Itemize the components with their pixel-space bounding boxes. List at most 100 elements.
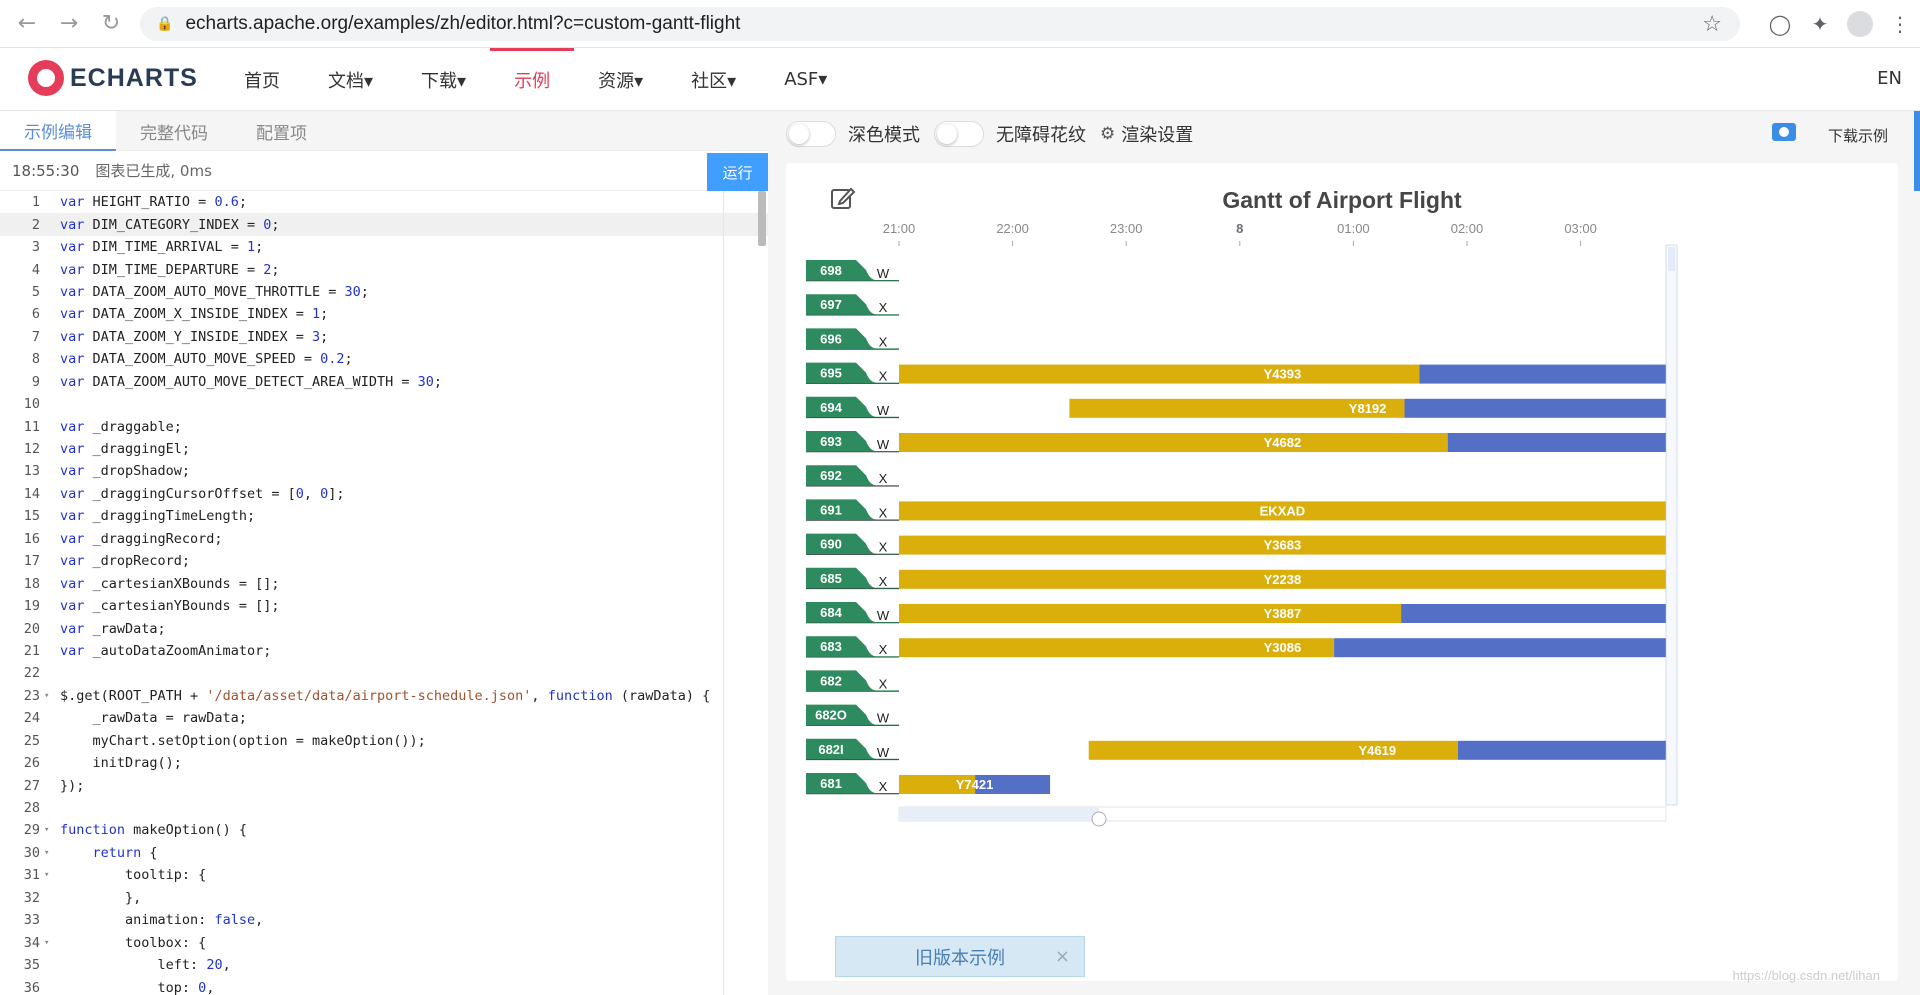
status-time: 18:55:30 [12,161,80,180]
aria-toggle[interactable] [934,120,984,147]
status-row: 18:55:30 图表已生成, 0ms 运行 [0,151,768,191]
code-line[interactable]: 24 _rawData = rawData; [0,707,768,729]
nav-community[interactable]: 社区▾ [667,48,760,111]
fold-arrow-icon[interactable]: ▾ [44,870,60,880]
render-settings[interactable]: 渲染设置 [1121,121,1193,147]
echarts-logo[interactable]: ECHARTS [28,60,198,96]
code-line[interactable]: 27}); [0,774,768,796]
code-line[interactable]: 26 initDrag(); [0,752,768,774]
code-line[interactable]: 6 var DATA_ZOOM_X_INSIDE_INDEX = 1; [0,303,768,325]
code-line[interactable]: 8 var DATA_ZOOM_AUTO_MOVE_SPEED = 0.2; [0,348,768,370]
code-text: var _draggingRecord; [60,530,223,547]
code-line[interactable]: 1 var HEIGHT_RATIO = 0.6; [0,191,768,213]
download-example[interactable]: 下载示例 [1828,125,1888,146]
puzzle-icon[interactable]: ✦ [1800,12,1840,36]
code-line[interactable]: 4 var DIM_TIME_DEPARTURE = 2; [0,258,768,280]
nav-home[interactable]: 首页 [220,48,304,111]
old-version-label[interactable]: 旧版本示例 [915,944,1005,970]
gear-icon[interactable]: ⚙ [1100,124,1115,144]
fold-arrow-icon[interactable]: ▾ [44,825,60,835]
row-type-label: X [879,574,888,589]
extension-circle-icon[interactable]: ◯ [1760,12,1800,36]
code-line[interactable]: 11 var _draggable; [0,415,768,437]
code-line[interactable]: 22 [0,662,768,684]
row-id-label: 684 [820,605,842,620]
code-line[interactable]: 36 top: 0, [0,976,768,995]
code-text: top: 0, [60,979,215,995]
arrival-bar [899,364,1420,384]
nav-download[interactable]: 下载▾ [397,48,490,111]
reload-icon[interactable]: ↻ [96,9,126,39]
profile-avatar[interactable] [1847,11,1873,37]
code-line[interactable]: 15 var _draggingTimeLength; [0,505,768,527]
bookmark-star-icon[interactable]: ☆ [1702,12,1722,37]
code-line[interactable]: 14 var _draggingCursorOffset = [0, 0]; [0,483,768,505]
code-line[interactable]: 16 var _draggingRecord; [0,528,768,550]
old-version-banner[interactable]: 旧版本示例 × [835,936,1085,977]
editor-scrollbar[interactable] [758,191,766,246]
fold-arrow-icon[interactable]: ▾ [44,691,60,701]
code-line[interactable]: 30 ▾ return { [0,842,768,864]
page-scrollbar[interactable] [1914,111,1920,191]
line-number: 18 [23,575,40,592]
fold-arrow-icon[interactable]: ▾ [44,848,60,858]
code-line[interactable]: 18 var _cartesianXBounds = []; [0,572,768,594]
bar-label: Y7421 [956,777,994,792]
code-line[interactable]: 29 ▾ function makeOption() { [0,819,768,841]
url-text[interactable]: echarts.apache.org/examples/zh/editor.ht… [185,13,740,35]
nav-examples[interactable]: 示例 [490,48,575,111]
code-line[interactable]: 9 var DATA_ZOOM_AUTO_MOVE_DETECT_AREA_WID… [0,371,768,393]
code-line[interactable]: 12 var _draggingEl; [0,438,768,460]
row-type-label: X [879,300,888,315]
code-editor[interactable]: 1 var HEIGHT_RATIO = 0.6; 2 var DIM_CATEGOR… [0,191,768,995]
nav-asf[interactable]: ASF▾ [760,48,851,111]
row-id-label: 682 [820,673,842,688]
code-line[interactable]: 7 var DATA_ZOOM_Y_INSIDE_INDEX = 3; [0,326,768,348]
code-line[interactable]: 33 animation: false, [0,909,768,931]
gantt-chart[interactable]: 21:00 22:00 23:00 8 01:00 02:00 03:00 698 W 697 X 6… [786,163,1898,981]
code-text: var _cartesianYBounds = []; [60,598,280,615]
language-switch[interactable]: EN [1877,68,1902,89]
code-line[interactable]: 21 var _autoDataZoomAnimator; [0,640,768,662]
nav-resources[interactable]: 资源▾ [574,48,667,111]
code-line[interactable]: 10 [0,393,768,415]
code-line[interactable]: 31 ▾ tooltip: { [0,864,768,886]
code-line[interactable]: 34 ▾ toolbox: { [0,931,768,953]
tab-options[interactable]: 配置项 [232,111,331,151]
bar-label: Y4682 [1264,435,1302,450]
row-id-label: 693 [820,434,842,449]
tab-example-edit[interactable]: 示例编辑 [0,111,116,151]
code-text: var HEIGHT_RATIO = 0.6; [60,194,247,211]
code-line[interactable]: 5 var DATA_ZOOM_AUTO_MOVE_THROTTLE = 30; [0,281,768,303]
code-line[interactable]: 17 var _dropRecord; [0,550,768,572]
code-line[interactable]: 28 [0,797,768,819]
address-bar[interactable]: 🔒 echarts.apache.org/examples/zh/editor.… [140,7,1740,41]
code-line[interactable]: 23 ▾ $.get(ROOT_PATH + '/data/asset/data/a… [0,685,768,707]
menu-dots-icon[interactable]: ⋮ [1880,12,1920,36]
code-text: }); [60,777,85,794]
run-button[interactable]: 运行 [707,153,768,191]
fold-arrow-icon[interactable]: ▾ [44,938,60,948]
chart-container[interactable]: Gantt of Airport Flight 21:00 22:00 23:00 8… [786,163,1898,981]
dark-mode-toggle[interactable] [786,120,836,147]
code-line[interactable]: 19 var _cartesianYBounds = []; [0,595,768,617]
logo-text: ECHARTS [70,63,198,92]
code-text: var _draggable; [60,418,182,435]
code-line[interactable]: 20 var _rawData; [0,617,768,639]
line-number: 31 [23,867,40,884]
code-line[interactable]: 25 myChart.setOption(option = makeOption… [0,730,768,752]
x-datazoom-window [899,807,1099,821]
code-line[interactable]: 2 var DIM_CATEGORY_INDEX = 0; [0,213,768,236]
row-type-label: X [879,540,888,555]
close-icon[interactable]: × [1055,946,1070,967]
nav-docs[interactable]: 文档▾ [304,48,397,111]
status-message: 图表已生成, 0ms [95,162,212,180]
camera-icon[interactable] [1772,123,1796,141]
code-line[interactable]: 3 var DIM_TIME_ARRIVAL = 1; [0,236,768,258]
code-line[interactable]: 13 var _dropShadow; [0,460,768,482]
code-line[interactable]: 35 left: 20, [0,954,768,976]
forward-icon[interactable]: → [54,9,84,39]
code-line[interactable]: 32 }, [0,887,768,909]
tab-full-code[interactable]: 完整代码 [116,111,232,151]
back-icon[interactable]: ← [12,9,42,39]
